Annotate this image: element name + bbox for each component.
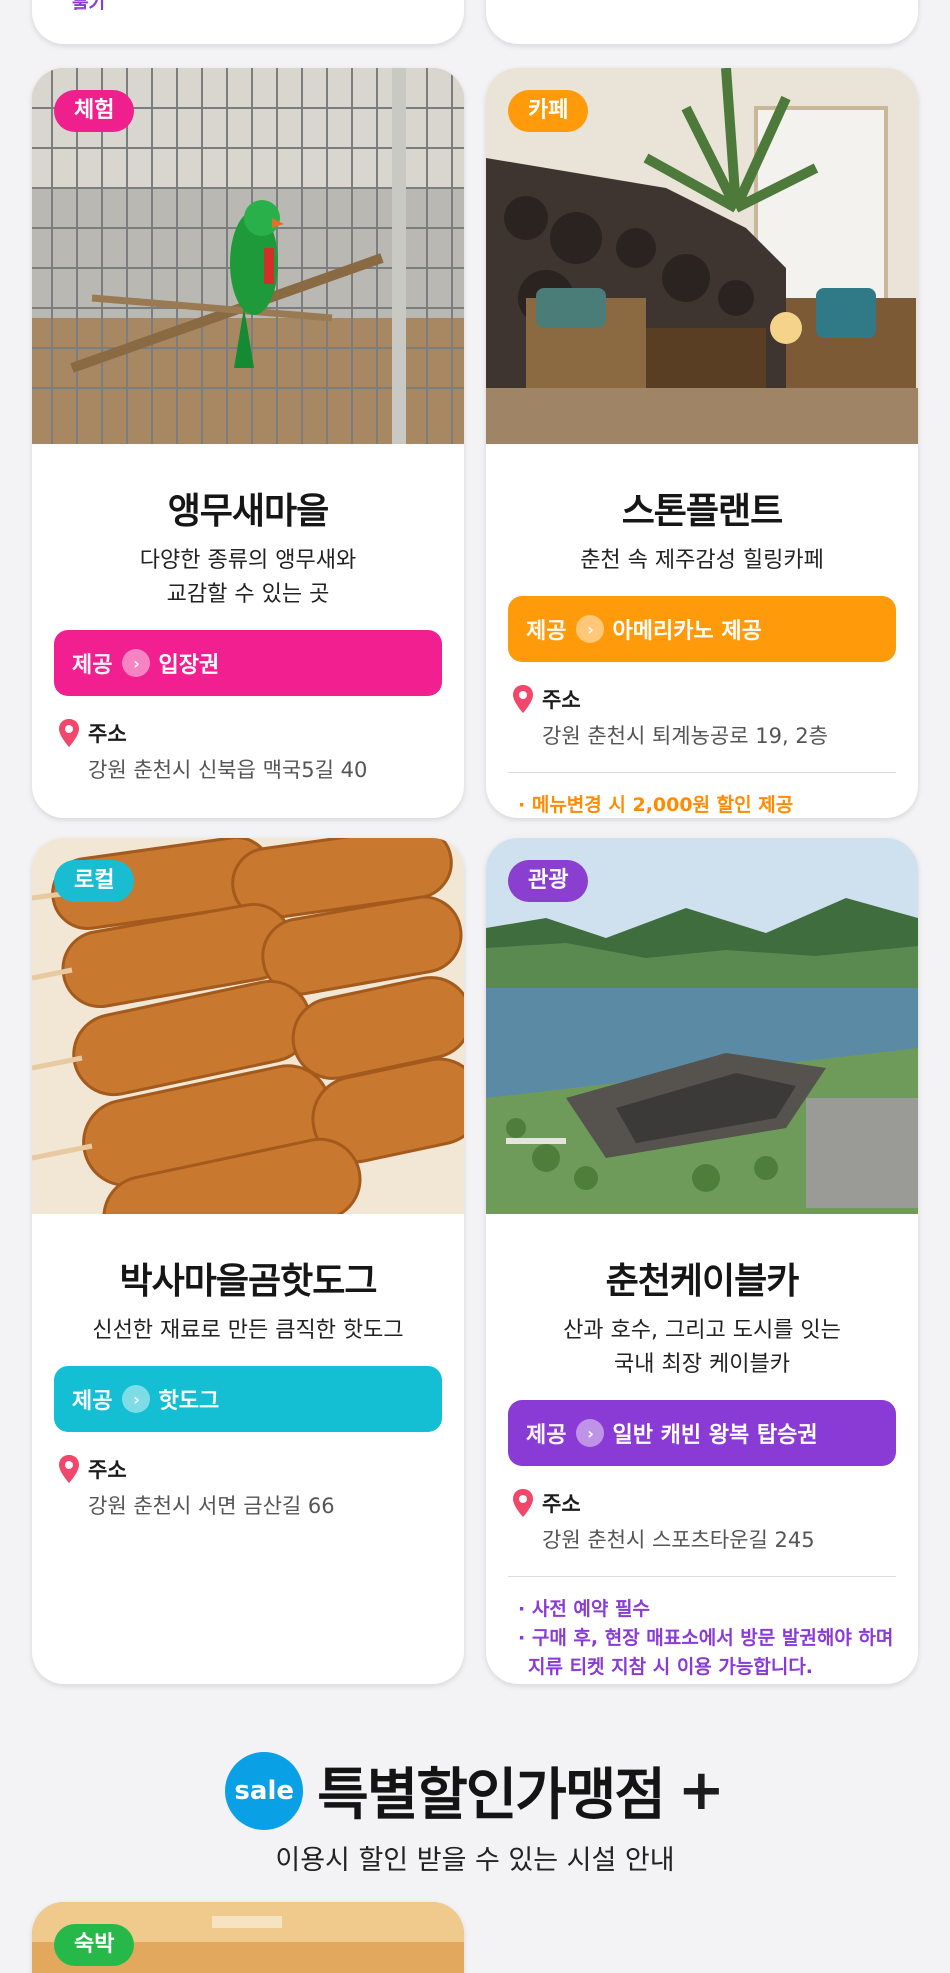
category-badge: 체험 bbox=[54, 90, 135, 132]
offer-label: 제공 bbox=[526, 1423, 567, 1448]
notice-line: 지류 티켓 지참 시 이용 가능합니다. bbox=[528, 1656, 814, 1678]
offer-value: 핫도그 bbox=[158, 1389, 220, 1414]
notice-line: · 사전 예약 필수 bbox=[518, 1598, 650, 1620]
notice-line: · 메뉴변경 시 2,000원 할인 제공 bbox=[518, 794, 794, 816]
stone-cafe-interior-photo: 카페 bbox=[486, 68, 918, 444]
place-title: 춘천케이블카 bbox=[605, 1261, 800, 1302]
chevron-right-icon: › bbox=[122, 649, 151, 677]
divider bbox=[508, 1576, 896, 1577]
offer-bar[interactable]: 제공 › 핫도그 bbox=[54, 1366, 442, 1432]
address-heading: 주소 bbox=[54, 718, 442, 748]
address-text: 강원 춘천시 퇴계농공로 19, 2층 bbox=[542, 724, 828, 748]
lodging-room-photo: 숙박 bbox=[32, 1902, 464, 1973]
offer-bar[interactable]: 제공 › 아메리카노 제공 bbox=[508, 596, 896, 662]
location-pin-icon bbox=[59, 719, 79, 747]
sale-badge: sale bbox=[225, 1751, 304, 1830]
location-pin-icon bbox=[513, 685, 533, 713]
location-pin-icon bbox=[59, 1455, 79, 1483]
address-text: 강원 춘천시 스포츠타운길 245 bbox=[542, 1528, 815, 1552]
parrot-in-cage-photo: 체험 bbox=[32, 68, 464, 444]
partial-card-top-left: 물기 bbox=[32, 0, 464, 44]
location-pin-icon bbox=[513, 1489, 533, 1517]
partial-card-top-right bbox=[486, 0, 918, 44]
offer-label: 제공 bbox=[72, 653, 113, 678]
address-heading: 주소 bbox=[508, 1488, 896, 1518]
description-line: 산과 호수, 그리고 도시를 잇는 bbox=[563, 1318, 841, 1343]
section-subtitle: 이용시 할인 받을 수 있는 시설 안내 bbox=[275, 1845, 675, 1876]
section-title: 특별할인가맹점 bbox=[317, 1763, 666, 1828]
description-line: 신선한 재료로 만든 큼직한 핫도그 bbox=[92, 1318, 404, 1343]
offer-bar[interactable]: 제공 › 입장권 bbox=[54, 630, 442, 696]
address-heading: 주소 bbox=[508, 684, 896, 714]
category-badge: 로컬 bbox=[54, 860, 135, 902]
place-card-stone-plant[interactable]: 카페 스톤플랜트 춘천 속 제주감성 힐링카페 제공 › 아메리카노 제공 주소… bbox=[486, 68, 918, 818]
place-card-hotdog[interactable]: 로컬 박사마을곰핫도그 신선한 재료로 만든 큼직한 핫도그 제공 › 핫도그 … bbox=[32, 838, 464, 1684]
offer-value: 일반 캐빈 왕복 탑승권 bbox=[612, 1423, 818, 1448]
chevron-right-icon: › bbox=[576, 615, 605, 643]
description-line: 춘천 속 제주감성 힐링카페 bbox=[580, 548, 824, 573]
place-description: 산과 호수, 그리고 도시를 잇는 국내 최장 케이블카 bbox=[508, 1314, 896, 1382]
place-title: 박사마을곰핫도그 bbox=[119, 1261, 378, 1302]
place-description: 다양한 종류의 앵무새와 교감할 수 있는 곳 bbox=[54, 544, 442, 612]
category-badge: 카페 bbox=[508, 90, 589, 132]
lake-and-mountain-aerial-photo: 관광 bbox=[486, 838, 918, 1214]
special-discount-header: sale 특별할인가맹점 + bbox=[0, 1750, 950, 1831]
notice-text: · 메뉴변경 시 2,000원 할인 제공 bbox=[508, 791, 896, 818]
partial-card-text: 물기 bbox=[72, 0, 105, 10]
address-heading: 주소 bbox=[54, 1454, 442, 1484]
address-label: 주소 bbox=[88, 1458, 127, 1482]
corn-dogs-photo: 로컬 bbox=[32, 838, 464, 1214]
offer-label: 제공 bbox=[526, 619, 567, 644]
category-badge: 관광 bbox=[508, 860, 589, 902]
plus-icon: + bbox=[677, 1758, 725, 1823]
place-title: 앵무새마을 bbox=[167, 491, 330, 532]
place-description: 신선한 재료로 만든 큼직한 핫도그 bbox=[54, 1314, 442, 1348]
notice-text: · 사전 예약 필수 · 구매 후, 현장 매표소에서 방문 발권해야 하며 지… bbox=[508, 1595, 896, 1682]
chevron-right-icon: › bbox=[576, 1419, 605, 1447]
offer-bar[interactable]: 제공 › 일반 캐빈 왕복 탑승권 bbox=[508, 1400, 896, 1466]
description-line: 다양한 종류의 앵무새와 bbox=[139, 548, 357, 573]
description-line: 국내 최장 케이블카 bbox=[614, 1352, 790, 1377]
address-label: 주소 bbox=[542, 688, 581, 712]
description-line: 교감할 수 있는 곳 bbox=[166, 582, 330, 607]
offer-label: 제공 bbox=[72, 1389, 113, 1414]
place-title: 스톤플랜트 bbox=[621, 491, 784, 532]
place-description: 춘천 속 제주감성 힐링카페 bbox=[508, 544, 896, 578]
place-card-parrot-village[interactable]: 체험 앵무새마을 다양한 종류의 앵무새와 교감할 수 있는 곳 제공 › 입장… bbox=[32, 68, 464, 818]
address-label: 주소 bbox=[542, 1492, 581, 1516]
place-card-lodging-partial[interactable]: 숙박 bbox=[32, 1902, 464, 1973]
address-text: 강원 춘천시 서면 금산길 66 bbox=[88, 1494, 335, 1518]
notice-line: · 구매 후, 현장 매표소에서 방문 발권해야 하며 bbox=[518, 1627, 894, 1649]
address-text: 강원 춘천시 신북읍 맥국5길 40 bbox=[88, 758, 368, 782]
offer-value: 아메리카노 제공 bbox=[612, 619, 762, 644]
offer-value: 입장권 bbox=[158, 653, 220, 678]
address-label: 주소 bbox=[88, 722, 127, 746]
divider bbox=[508, 772, 896, 773]
place-card-cable-car[interactable]: 관광 춘천케이블카 산과 호수, 그리고 도시를 잇는 국내 최장 케이블카 제… bbox=[486, 838, 918, 1684]
chevron-right-icon: › bbox=[122, 1385, 151, 1413]
category-badge: 숙박 bbox=[54, 1924, 135, 1966]
